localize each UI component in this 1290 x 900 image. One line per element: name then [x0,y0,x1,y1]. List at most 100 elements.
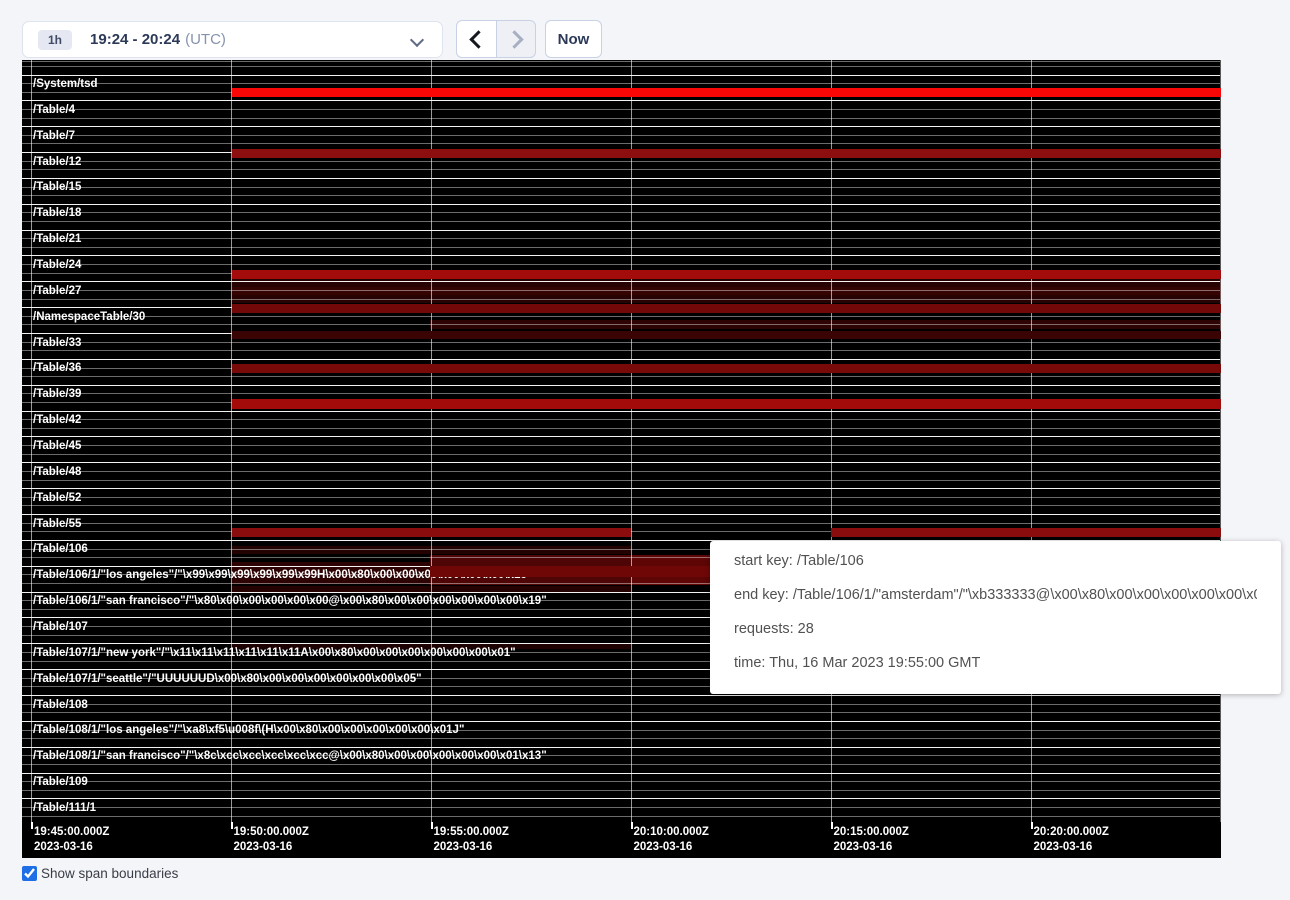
span-boundary-line [22,428,1220,429]
span-boundary-line [22,109,1220,110]
span-boundary-line [22,247,1220,248]
x-axis-time: 19:55:00.000Z [434,825,509,840]
axis-tick [1031,822,1033,829]
row-label: /Table/108 [33,699,88,711]
show-span-boundaries-checkbox[interactable] [22,866,37,881]
grid-line-vertical [231,60,232,822]
row-label: /Table/107/1/"seattle"/"UUUUUUD\x00\x80\… [33,673,422,685]
heat-band[interactable] [232,364,1221,374]
heat-band[interactable] [430,566,710,577]
heat-band[interactable] [232,331,1221,340]
heat-band[interactable] [232,399,1221,409]
span-boundary-line [22,221,1220,222]
span-boundary-line [22,376,1220,377]
span-boundary-line [22,781,1220,782]
heat-band[interactable] [232,304,1221,314]
span-boundary-line [22,316,1220,317]
span-boundary-line [22,471,1220,472]
time-preset-badge: 1h [38,30,72,50]
row-label: /Table/24 [33,259,81,271]
span-boundary-line [22,514,1220,515]
axis-tick [831,822,833,829]
timezone-text: (UTC) [185,31,226,48]
heat-band[interactable] [232,88,1221,97]
span-boundary-line [22,178,1220,179]
span-boundary-line [22,462,1220,463]
x-axis-date: 2023-03-16 [634,840,709,855]
span-boundary-line [22,83,1220,84]
span-boundary-line [22,712,1220,713]
span-boundary-line [22,790,1220,791]
row-label: /System/tsd [33,78,98,90]
span-boundary-line [22,126,1220,127]
chevron-down-icon [410,33,424,47]
span-boundary-line [22,238,1220,239]
span-boundary-line [22,118,1220,119]
span-boundary-line [22,738,1220,739]
span-boundary-line [22,75,1220,76]
span-boundary-line [22,497,1220,498]
span-boundary-line [22,100,1220,101]
row-label: /Table/48 [33,466,81,478]
span-boundary-line [22,230,1220,231]
x-axis-time: 19:45:00.000Z [34,825,109,840]
span-boundary-line [22,764,1220,765]
tooltip-time: time: Thu, 16 Mar 2023 19:55:00 GMT [734,656,1257,671]
span-boundary-line [22,411,1220,412]
row-label: /Table/7 [33,130,75,142]
row-label: /Table/108/1/"san francisco"/"\x8c\xcc\x… [33,750,547,762]
row-label: /Table/27 [33,285,81,297]
span-boundary-line [22,798,1220,799]
grid-line-vertical [1031,60,1032,822]
keyvis-chart[interactable]: /System/tsd/Table/4/Table/7/Table/12/Tab… [22,60,1221,858]
span-boundary-line [22,204,1220,205]
prev-time-button[interactable] [456,20,496,58]
span-boundary-line [22,143,1220,144]
axis-tick [631,822,633,829]
row-label: /NamespaceTable/30 [33,311,145,323]
next-time-button[interactable] [496,20,536,58]
span-boundary-line [22,135,1220,136]
span-boundary-line [22,480,1220,481]
row-label: /Table/107 [33,621,88,633]
axis-tick [231,822,233,829]
row-label: /Table/106 [33,543,88,555]
row-label: /Table/111/1 [33,802,96,814]
span-boundary-line [22,385,1220,386]
span-boundary-line [22,290,1220,291]
span-boundary-line [22,807,1220,808]
heat-band[interactable] [831,528,1221,537]
x-axis-time: 19:50:00.000Z [234,825,309,840]
grid-line-vertical [31,60,32,822]
x-axis-time: 20:10:00.000Z [634,825,709,840]
x-axis-label: 20:20:00.000Z2023-03-16 [1034,825,1109,855]
span-boundary-line [22,187,1220,188]
span-boundary-line [22,436,1220,437]
span-boundary-line [22,264,1220,265]
span-boundary-line [22,445,1220,446]
x-axis-date: 2023-03-16 [434,840,509,855]
row-label: /Table/109 [33,776,88,788]
x-axis-label: 20:10:00.000Z2023-03-16 [634,825,709,855]
row-label: /Table/45 [33,440,81,452]
tooltip-requests: requests: 28 [734,622,1257,637]
span-boundary-line [22,169,1220,170]
heat-band[interactable] [232,149,1221,159]
span-boundary-line [22,195,1220,196]
row-label: /Table/15 [33,181,81,193]
span-boundary-line [22,773,1220,774]
hover-tooltip: start key: /Table/106 end key: /Table/10… [710,541,1281,694]
span-boundaries-control[interactable]: Show span boundaries [22,866,178,881]
heat-band[interactable] [232,270,1221,279]
span-boundary-line [22,350,1220,351]
time-range-text: 19:24 - 20:24 [90,31,180,48]
row-label: /Table/107/1/"new york"/"\x11\x11\x11\x1… [33,647,516,659]
span-boundary-line [22,299,1220,300]
time-range-selector[interactable]: 1h 19:24 - 20:24 (UTC) [22,21,443,58]
x-axis-date: 2023-03-16 [834,840,909,855]
chart-right-edge [1220,60,1221,822]
now-button[interactable]: Now [545,20,602,58]
heat-band[interactable] [232,528,631,537]
span-boundary-line [22,255,1220,256]
grid-line-vertical [831,60,832,822]
